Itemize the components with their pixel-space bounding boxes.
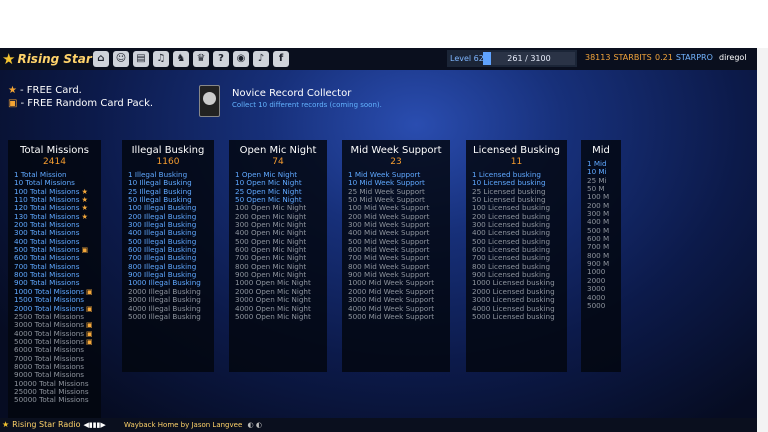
starpro-label: STARPRO — [675, 53, 713, 62]
star-reward-icon: ★ — [81, 211, 88, 221]
xp-bar: 261 / 3100 — [483, 52, 575, 65]
column-title: Open Mic Night — [239, 145, 317, 156]
face-icon[interactable]: ☺ — [113, 51, 129, 67]
column-title: Illegal Busking — [131, 145, 205, 156]
starpro-display: 0.21 STARPRO — [655, 53, 713, 62]
card-pack-icon: ▣ — [86, 320, 93, 330]
milestone-list: 1 Mid Week Support 10 Mid Week Support 25 … — [342, 170, 450, 321]
achievement-title: Novice Record Collector — [232, 88, 352, 99]
mission-column: Open Mic Night 74 1 Open Mic Night 10 Open … — [229, 140, 327, 372]
card-pack-icon: ▣ — [8, 98, 18, 109]
scrollbar[interactable] — [757, 48, 768, 432]
app-logo[interactable]: ★ Rising Star — [2, 50, 92, 68]
card-pack-icon: ▣ — [86, 336, 93, 346]
column-title: Licensed Busking — [473, 145, 560, 156]
milestone-item: 50000 Total Missions — [14, 395, 89, 405]
level-label: Level — [450, 54, 472, 63]
app-name: Rising Star — [17, 52, 92, 66]
star-icon: ★ — [2, 420, 10, 429]
cards-icon[interactable]: ▤ — [133, 51, 149, 67]
card-pack-icon: ▣ — [86, 303, 93, 313]
milestone-list: 1 Total Mission 10 Total Missions 100 Tota… — [8, 170, 101, 405]
starbits-display: 38113 STARBITS — [585, 53, 652, 62]
help-icon[interactable]: ? — [213, 51, 229, 67]
radio-bar: ★ Rising Star Radio ◀▮▮▮▶ Wayback Home b… — [0, 418, 757, 432]
column-count: 11 — [510, 157, 523, 167]
username[interactable]: diregol — [719, 53, 747, 62]
milestone-list: 1 Licensed busking 10 Licensed busking 25 … — [466, 170, 567, 321]
radio-controls[interactable]: ◀▮▮▮▶ — [83, 421, 105, 429]
milestone-list: 1 Open Mic Night 10 Open Mic Night 25 Open… — [229, 170, 327, 321]
radio-label: Rising Star Radio — [12, 420, 81, 429]
mission-column: Mid Week Support 23 1 Mid Week Support 10 M… — [342, 140, 450, 372]
discord-icon[interactable]: ◉ — [233, 51, 249, 67]
column-count: 2414 — [43, 157, 66, 167]
home-icon[interactable]: ⌂ — [93, 51, 109, 67]
milestone-item: 5000 Illegal Busking — [128, 311, 201, 321]
record-card-icon — [199, 85, 220, 117]
nav-icon-bar: ⌂ ☺ ▤ ♫ ♞ ♛ ? ◉ ♪ f — [93, 51, 289, 67]
milestone-list: 1 Mid 10 Mi 25 Mi 50 M 100 M 200 M 300 M 400 M5… — [581, 159, 621, 310]
mission-column: Total Missions 2414 1 Total Mission 10 Tota… — [8, 140, 101, 418]
band-icon[interactable]: ♫ — [153, 51, 169, 67]
starpro-value: 0.21 — [655, 53, 673, 62]
promo-list: ★ - FREE Card. ▣ - FREE Random Card Pack. — [8, 84, 153, 110]
facebook-icon[interactable]: f — [273, 51, 289, 67]
now-playing: Wayback Home by Jason Langvee — [124, 421, 243, 429]
game-window: ★ Rising Star ⌂ ☺ ▤ ♫ ♞ ♛ ? ◉ ♪ f Level … — [0, 48, 757, 432]
milestone-item: 5000 Mid Week Support — [348, 311, 435, 321]
xp-text: 261 / 3100 — [507, 54, 551, 63]
mission-column: Illegal Busking 1160 1 Illegal Busking 10 I… — [122, 140, 214, 372]
volume-icon[interactable]: ◐ ◐ — [247, 421, 261, 429]
column-title: Mid — [592, 145, 610, 156]
starbits-value: 38113 — [585, 53, 611, 62]
milestone-item: 5000 — [587, 300, 606, 310]
promo-free-card: ★ - FREE Card. — [8, 85, 82, 96]
skills-icon[interactable]: ♞ — [173, 51, 189, 67]
card-pack-icon: ▣ — [81, 245, 89, 255]
column-count: 23 — [390, 157, 402, 167]
top-bar: ★ Rising Star ⌂ ☺ ▤ ♫ ♞ ♛ ? ◉ ♪ f Level … — [0, 48, 757, 70]
mission-column: Licensed Busking 11 1 Licensed busking 10 L… — [466, 140, 567, 372]
sound-icon[interactable]: ♪ — [253, 51, 269, 67]
starbits-label: STARBITS — [613, 53, 652, 62]
milestone-item: 5000 Open Mic Night — [235, 311, 311, 321]
column-count: 74 — [272, 157, 284, 167]
promo-free-pack: ▣ - FREE Random Card Pack. — [8, 98, 154, 109]
level-panel: Level 62 261 / 3100 — [447, 50, 577, 67]
mission-column: Mid 1 Mid 10 Mi 25 Mi 50 M 100 M 200 M 300 M 400… — [581, 140, 621, 372]
column-count: 1160 — [156, 157, 180, 167]
milestone-list: 1 Illegal Busking 10 Illegal Busking 25 Il… — [122, 170, 214, 321]
milestone-item: 5000 Licensed busking — [472, 311, 555, 321]
trophy-icon[interactable]: ♛ — [193, 51, 209, 67]
column-title: Total Missions — [20, 145, 89, 156]
star-logo-icon: ★ — [2, 49, 16, 68]
star-icon: ★ — [8, 85, 17, 96]
column-title: Mid Week Support — [350, 145, 442, 156]
card-pack-icon: ▣ — [86, 286, 93, 296]
achievement-desc: Collect 10 different records (coming soo… — [232, 101, 382, 109]
